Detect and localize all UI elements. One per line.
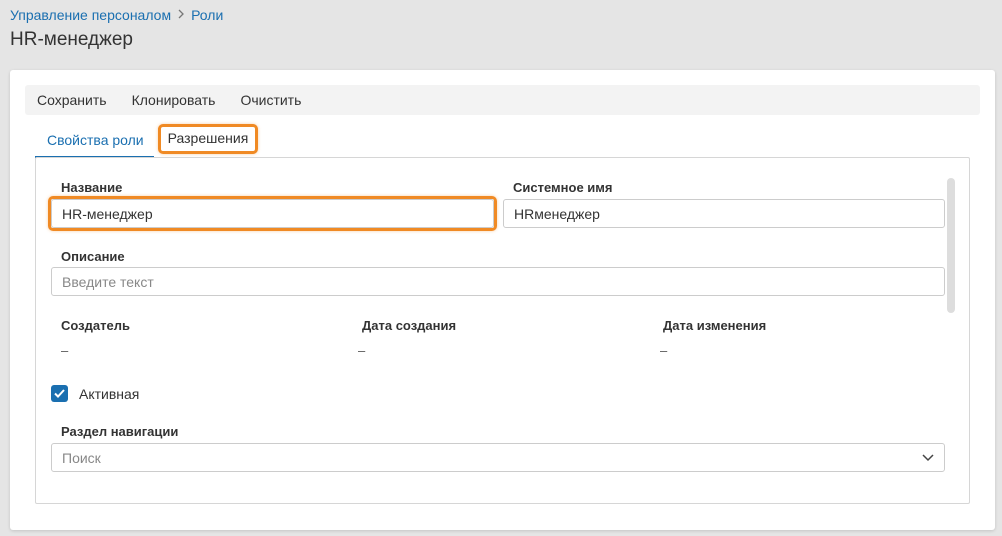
role-card: Сохранить Клонировать Очистить Свойства … [10, 70, 995, 530]
save-button[interactable]: Сохранить [37, 92, 107, 108]
properties-panel: Название Системное имя Описание Создател… [35, 157, 970, 504]
tab-permissions[interactable]: Разрешения [157, 124, 259, 154]
creator-value: – [61, 343, 69, 358]
checkmark-icon [54, 389, 65, 398]
breadcrumb-item-roles[interactable]: Роли [191, 7, 223, 23]
nav-section-select[interactable]: Поиск [51, 443, 945, 472]
modified-date-value: – [660, 343, 668, 358]
nav-section-placeholder: Поиск [62, 449, 101, 466]
name-label: Название [61, 180, 123, 195]
tab-role-properties[interactable]: Свойства роли [35, 128, 154, 158]
nav-section-label: Раздел навигации [61, 424, 179, 439]
creator-label: Создатель [61, 318, 130, 333]
clear-button[interactable]: Очистить [240, 92, 301, 108]
modified-date-label: Дата изменения [663, 318, 767, 333]
toolbar: Сохранить Клонировать Очистить [25, 85, 980, 115]
active-checkbox[interactable] [51, 385, 68, 402]
name-highlight [48, 196, 497, 231]
chevron-down-icon [922, 453, 934, 461]
description-input[interactable] [51, 267, 945, 296]
tabs: Свойства роли Разрешения [35, 124, 259, 158]
scrollbar[interactable] [947, 178, 955, 313]
created-date-value: – [358, 343, 366, 358]
breadcrumb: Управление персоналом Роли [10, 7, 223, 23]
breadcrumb-item-hr[interactable]: Управление персоналом [10, 7, 171, 23]
description-label: Описание [61, 249, 125, 264]
active-label: Активная [79, 386, 140, 402]
page-title: HR-менеджер [10, 29, 133, 50]
created-date-label: Дата создания [362, 318, 457, 333]
system-name-input[interactable] [503, 199, 945, 228]
clone-button[interactable]: Клонировать [132, 92, 216, 108]
chevron-right-icon [177, 8, 185, 22]
system-name-label: Системное имя [513, 180, 613, 195]
